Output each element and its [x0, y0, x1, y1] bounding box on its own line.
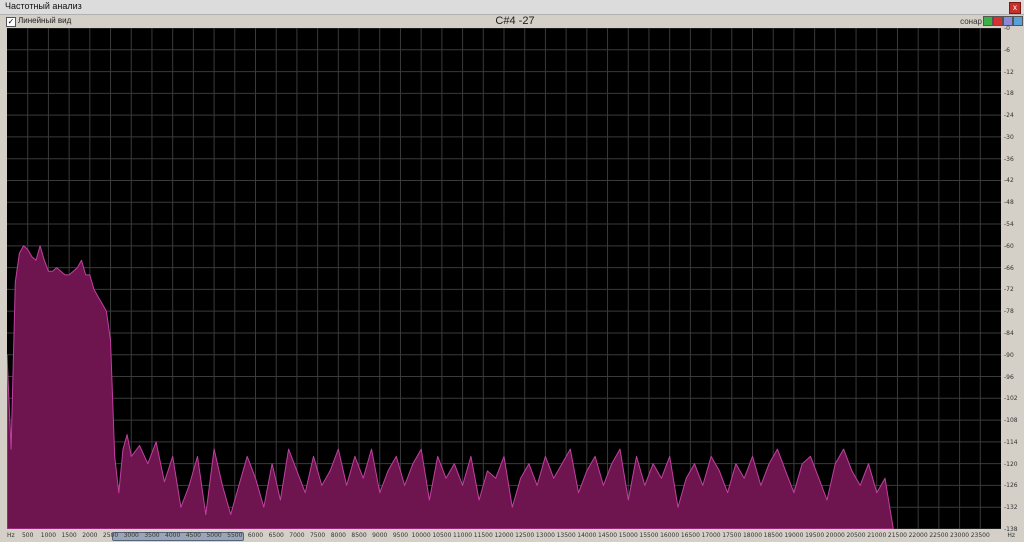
- toolbar: ✓ Линейный вид C#4 -27 сонар: [0, 15, 1024, 28]
- mode-button-green[interactable]: [983, 16, 993, 26]
- db-tick-label: -132: [1004, 504, 1018, 512]
- db-tick-label: -54: [1004, 221, 1014, 229]
- frequency-tick-label: 5500: [227, 532, 243, 539]
- frequency-tick-label: 3000: [123, 532, 139, 539]
- db-tick-label: -96: [1004, 373, 1014, 381]
- frequency-tick-label: 1000: [40, 532, 57, 539]
- frequency-tick-label: 11000: [453, 532, 473, 539]
- db-tick-label: -0: [1004, 25, 1010, 32]
- scale-label[interactable]: сонар: [960, 17, 982, 26]
- mode-button-red[interactable]: [993, 16, 1003, 26]
- x-unit-right: Hz: [1007, 532, 1015, 539]
- db-tick-label: -36: [1004, 155, 1014, 163]
- frequency-tick-label: 7000: [289, 532, 305, 539]
- frequency-tick-label: 17500: [722, 532, 742, 539]
- frequency-tick-label: 3500: [144, 532, 160, 539]
- frequency-tick-label: 23500: [970, 532, 990, 539]
- frequency-tick-label: 8000: [330, 532, 346, 539]
- frequency-tick-label: 8500: [351, 532, 367, 539]
- frequency-tick-label: 22500: [929, 532, 949, 539]
- db-tick-label: -12: [1004, 68, 1014, 76]
- frequency-tick-label: 15000: [618, 532, 638, 539]
- db-tick-label: -6: [1004, 46, 1010, 54]
- frequency-tick-label: 18000: [742, 532, 763, 539]
- note-readout: C#4 -27: [495, 15, 535, 27]
- title-bar: Частотный анализ x: [0, 0, 1024, 15]
- spectrum-area: [7, 245, 894, 529]
- frequency-tick-label: 16000: [660, 532, 680, 539]
- db-tick-label: -102: [1004, 395, 1018, 403]
- db-tick-label: -30: [1004, 133, 1014, 141]
- frequency-tick-label: 4500: [185, 532, 202, 539]
- left-gutter: [0, 28, 7, 542]
- frequency-tick-label: 12000: [494, 532, 514, 539]
- frequency-tick-label: 6500: [268, 532, 284, 539]
- spectrum-svg: [7, 28, 1001, 529]
- db-tick-label: -24: [1004, 112, 1014, 120]
- db-tick-label: -120: [1004, 460, 1018, 468]
- frequency-tick-label: 16500: [680, 532, 700, 539]
- db-axis: -0 -6 -12 -18 -24 -30 -36 -42 -48 -54 -60 -66 -72 -78…: [1001, 25, 1024, 533]
- frequency-tick-label: 9500: [392, 532, 409, 539]
- db-tick-label: -72: [1004, 286, 1014, 294]
- db-tick-label: -18: [1004, 90, 1014, 98]
- window-title: Частотный анализ: [5, 1, 82, 11]
- db-tick-label: -78: [1004, 308, 1014, 316]
- frequency-tick-label: 21000: [867, 532, 887, 539]
- frequency-tick-label: 12500: [515, 532, 535, 539]
- frequency-tick-label: 13000: [535, 532, 555, 539]
- frequency-tick-label: 23000: [950, 532, 970, 539]
- frequency-tick-label: 14500: [597, 532, 618, 539]
- frequency-tick-label: 20000: [825, 532, 845, 539]
- frequency-tick-label: 14000: [577, 532, 597, 539]
- close-button[interactable]: x: [1009, 2, 1021, 14]
- db-tick-label: -66: [1004, 264, 1014, 272]
- frequency-tick-label: 13500: [556, 532, 576, 539]
- db-tick-label: -114: [1004, 438, 1018, 446]
- frequency-tick-label: 15500: [639, 532, 659, 539]
- frequency-tick-label: 9000: [372, 532, 388, 539]
- frequency-tick-label: 22000: [908, 532, 928, 539]
- linear-view-checkbox[interactable]: ✓: [6, 17, 16, 27]
- frequency-tick-label: 10500: [432, 532, 452, 539]
- spectrum-plot[interactable]: [7, 28, 1001, 529]
- frequency-tick-label: 19500: [805, 532, 825, 539]
- x-unit-left: Hz: [7, 532, 15, 539]
- frequency-tick-label: 4000: [165, 532, 181, 539]
- frequency-tick-label: 11500: [473, 532, 493, 539]
- frequency-tick-label: 6000: [247, 532, 264, 539]
- db-tick-label: -84: [1004, 329, 1014, 337]
- linear-view-label: Линейный вид: [18, 16, 72, 25]
- db-tick-label: -126: [1004, 482, 1018, 490]
- frequency-tick-label: 17000: [701, 532, 721, 539]
- frequency-tick-label: 5000: [206, 532, 222, 539]
- frequency-tick-label: 500: [21, 532, 34, 539]
- frequency-tick-label: 2500: [102, 532, 119, 539]
- frequency-tick-label: 2000: [82, 532, 98, 539]
- frequency-tick-label: 10000: [411, 532, 431, 539]
- frequency-tick-label: 7500: [309, 532, 326, 539]
- frequency-tick-label: 18500: [763, 532, 783, 539]
- db-tick-label: -108: [1004, 417, 1018, 425]
- db-tick-label: -48: [1004, 199, 1014, 207]
- mode-button-blue[interactable]: [1013, 16, 1023, 26]
- frequency-axis[interactable]: Hz Hz 500 1000 1500 2000 2500 3000 3500 4000 450…: [7, 529, 1015, 542]
- frequency-tick-label: 21500: [887, 532, 907, 539]
- frequency-tick-label: 19000: [784, 532, 804, 539]
- frequency-tick-label: 20500: [846, 532, 866, 539]
- db-tick-label: -42: [1004, 177, 1014, 185]
- db-tick-label: -90: [1004, 351, 1014, 359]
- db-tick-label: -60: [1004, 242, 1014, 250]
- frequency-tick-label: 1500: [61, 532, 77, 539]
